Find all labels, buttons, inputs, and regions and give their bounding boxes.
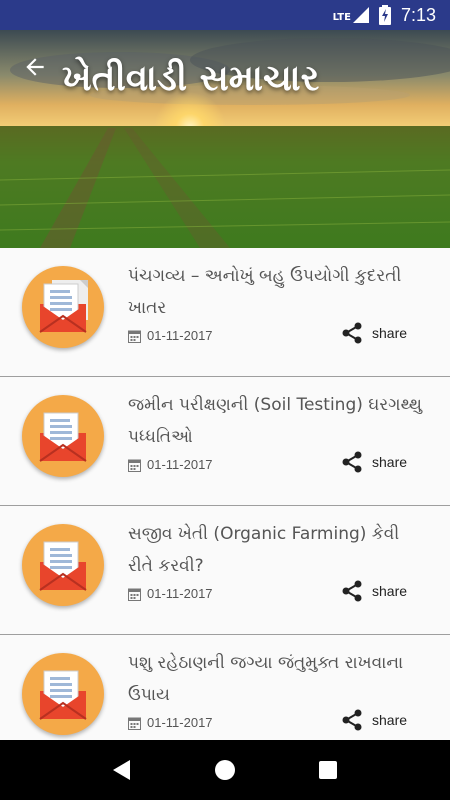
article-item[interactable]: જમીન પરીક્ષણની (Soil Testing) ઘરગથ્થુ પધ… [0,377,450,506]
article-item[interactable]: પંચગવ્ય – અનોખું બહુ ઉપયોગી કુદરતી ખાતર … [0,248,450,377]
system-nav-bar [0,740,450,800]
share-icon [342,322,362,344]
date-label: 01-11-2017 [147,586,213,601]
battery-charging-icon [378,5,391,25]
article-list: પંચગવ્ય – અનોખું બહુ ઉપયોગી કુદરતી ખાતર … [0,248,450,740]
article-date: 01-11-2017 [128,457,213,472]
calendar-icon [128,717,141,730]
page-title: ખેતીવાડી સમાચાર [62,58,320,99]
header-banner: ખેતીવાડી સમાચાર [0,30,450,248]
triangle-back-icon [112,760,130,780]
date-label: 01-11-2017 [147,328,213,343]
share-label: share [372,325,408,341]
newsletter-envelope-icon [22,524,104,606]
back-button[interactable] [18,50,52,84]
calendar-icon [128,588,141,601]
circle-home-icon [214,760,235,780]
square-recents-icon [319,761,338,779]
share-button[interactable]: share [342,580,407,602]
share-button[interactable]: share [342,322,407,344]
article-date: 01-11-2017 [128,586,213,601]
calendar-icon [128,459,141,472]
share-label: share [372,454,408,470]
article-title[interactable]: પશુ રહેઠાણની જગ્યા જંતુમુક્ત રાખવાના ઉપા… [128,647,428,711]
newsletter-envelope-icon [22,266,104,348]
share-label: share [372,583,408,599]
share-icon [342,709,362,731]
status-bar: LTE 7:13 [0,0,450,30]
share-label: share [372,712,408,728]
newsletter-envelope-icon [22,395,104,477]
share-button[interactable]: share [342,451,407,473]
share-icon [342,580,362,602]
calendar-icon [128,330,141,343]
article-item[interactable]: સજીવ ખેતી (Organic Farming) કેવી રીતે કર… [0,506,450,635]
article-date: 01-11-2017 [128,328,213,343]
arrow-left-icon [26,58,44,76]
share-icon [342,451,362,473]
nav-back-button[interactable] [102,750,142,790]
nav-home-button[interactable] [205,750,245,790]
article-title[interactable]: જમીન પરીક્ષણની (Soil Testing) ઘરગથ્થુ પધ… [128,389,428,453]
nav-recents-button[interactable] [308,750,348,790]
article-title[interactable]: પંચગવ્ય – અનોખું બહુ ઉપયોગી કુદરતી ખાતર [128,260,428,324]
article-date: 01-11-2017 [128,715,213,730]
article-title[interactable]: સજીવ ખેતી (Organic Farming) કેવી રીતે કર… [128,518,428,582]
newsletter-envelope-icon [22,653,104,735]
article-item[interactable]: પશુ રહેઠાણની જગ્યા જંતુમુક્ત રાખવાના ઉપા… [0,635,450,740]
date-label: 01-11-2017 [147,457,213,472]
date-label: 01-11-2017 [147,715,213,730]
status-time: 7:13 [400,4,436,25]
share-button[interactable]: share [342,709,407,731]
lte-signal-icon: LTE [333,7,369,23]
network-label: LTE [332,12,351,23]
